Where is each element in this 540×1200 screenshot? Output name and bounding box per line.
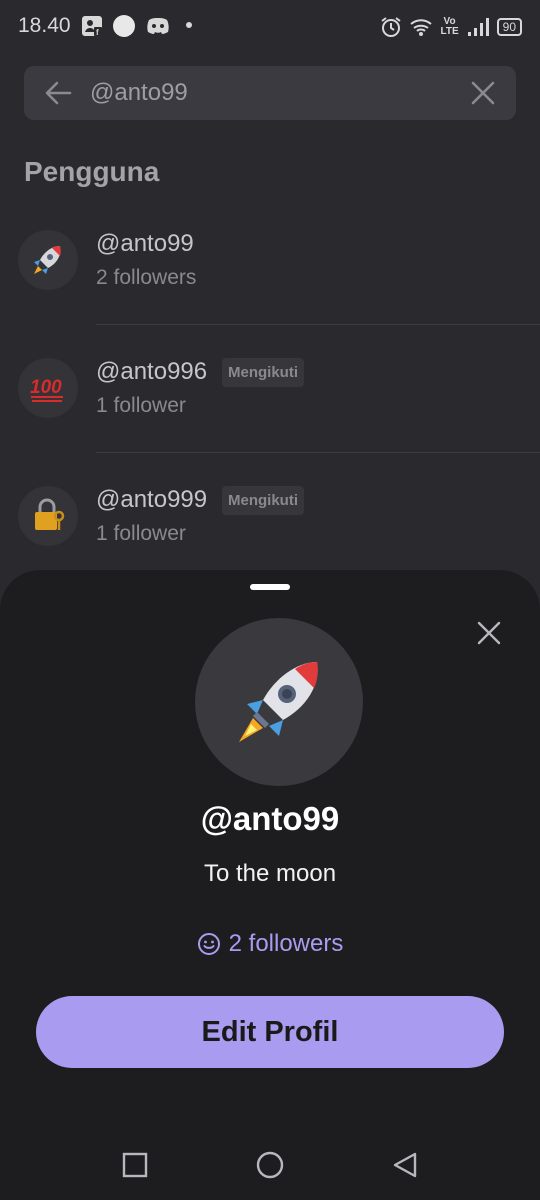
rocket-emoji-avatar — [18, 230, 78, 290]
system-nav-bar — [0, 1130, 540, 1200]
svg-text:100: 100 — [30, 377, 62, 398]
more-notifications-dot — [186, 22, 192, 28]
svg-text:f: f — [96, 28, 99, 37]
rocket-icon — [239, 662, 318, 742]
smiley-icon — [197, 933, 220, 955]
discord-notification-icon — [147, 18, 169, 34]
back-arrow-icon[interactable] — [44, 80, 72, 106]
status-bar: 18.40 f Vo LTE 90 — [0, 0, 540, 56]
locked-with-key-emoji-avatar — [18, 486, 78, 546]
battery-indicator: 90 — [496, 18, 522, 36]
following-badge: Mengikuti — [222, 358, 304, 387]
sheet-drag-handle[interactable] — [250, 584, 290, 590]
back-triangle-icon[interactable] — [390, 1150, 420, 1180]
user-list-item[interactable]: 100 @anto996 Mengikuti 1 follower — [0, 326, 540, 454]
volte-indicator: Vo LTE — [440, 17, 458, 37]
following-badge: Mengikuti — [222, 486, 304, 515]
user-followers: 1 follower — [96, 522, 186, 545]
user-handle: @anto996 — [96, 358, 208, 385]
profile-bottom-sheet: @anto99 To the moon 2 followers Edit Pro… — [0, 570, 540, 1200]
volte-bottom-label: LTE — [440, 26, 459, 37]
user-handle: @anto999 — [96, 486, 208, 513]
status-time: 18.40 — [18, 14, 71, 37]
rocket-icon — [34, 246, 61, 274]
contact-notification-icon: f — [82, 16, 102, 37]
wifi-icon — [410, 19, 433, 36]
recents-square-icon[interactable] — [120, 1150, 150, 1180]
clear-search-icon[interactable] — [470, 80, 496, 106]
lock-key-icon — [35, 498, 65, 530]
section-title: Pengguna — [24, 156, 160, 187]
edit-profile-button[interactable]: Edit Profil — [36, 996, 504, 1068]
search-bar[interactable]: @anto99 — [24, 66, 516, 120]
hundred-points-icon: 100 — [30, 377, 63, 402]
user-handle: @anto99 — [96, 230, 194, 257]
profile-bio: To the moon — [203, 860, 337, 887]
user-followers: 2 followers — [96, 266, 197, 289]
user-followers: 1 follower — [96, 394, 186, 417]
circle-notification-icon — [113, 15, 135, 37]
signal-icon — [467, 18, 489, 36]
home-circle-icon[interactable] — [255, 1150, 285, 1180]
divider — [96, 452, 540, 453]
user-list-item[interactable]: @anto999 Mengikuti 1 follower — [0, 454, 540, 582]
divider — [96, 324, 540, 325]
user-list-item[interactable]: @anto99 2 followers — [0, 198, 540, 326]
close-icon[interactable] — [474, 618, 504, 648]
profile-followers-count: 2 followers — [228, 930, 344, 957]
status-right-group: Vo LTE 90 — [380, 14, 522, 40]
alarm-icon — [381, 17, 402, 37]
profile-followers-link[interactable]: 2 followers — [0, 930, 540, 958]
search-input[interactable]: @anto99 — [90, 79, 188, 107]
profile-handle: @anto99 — [200, 800, 340, 837]
profile-avatar — [195, 618, 363, 786]
hundred-points-emoji-avatar: 100 — [18, 358, 78, 418]
